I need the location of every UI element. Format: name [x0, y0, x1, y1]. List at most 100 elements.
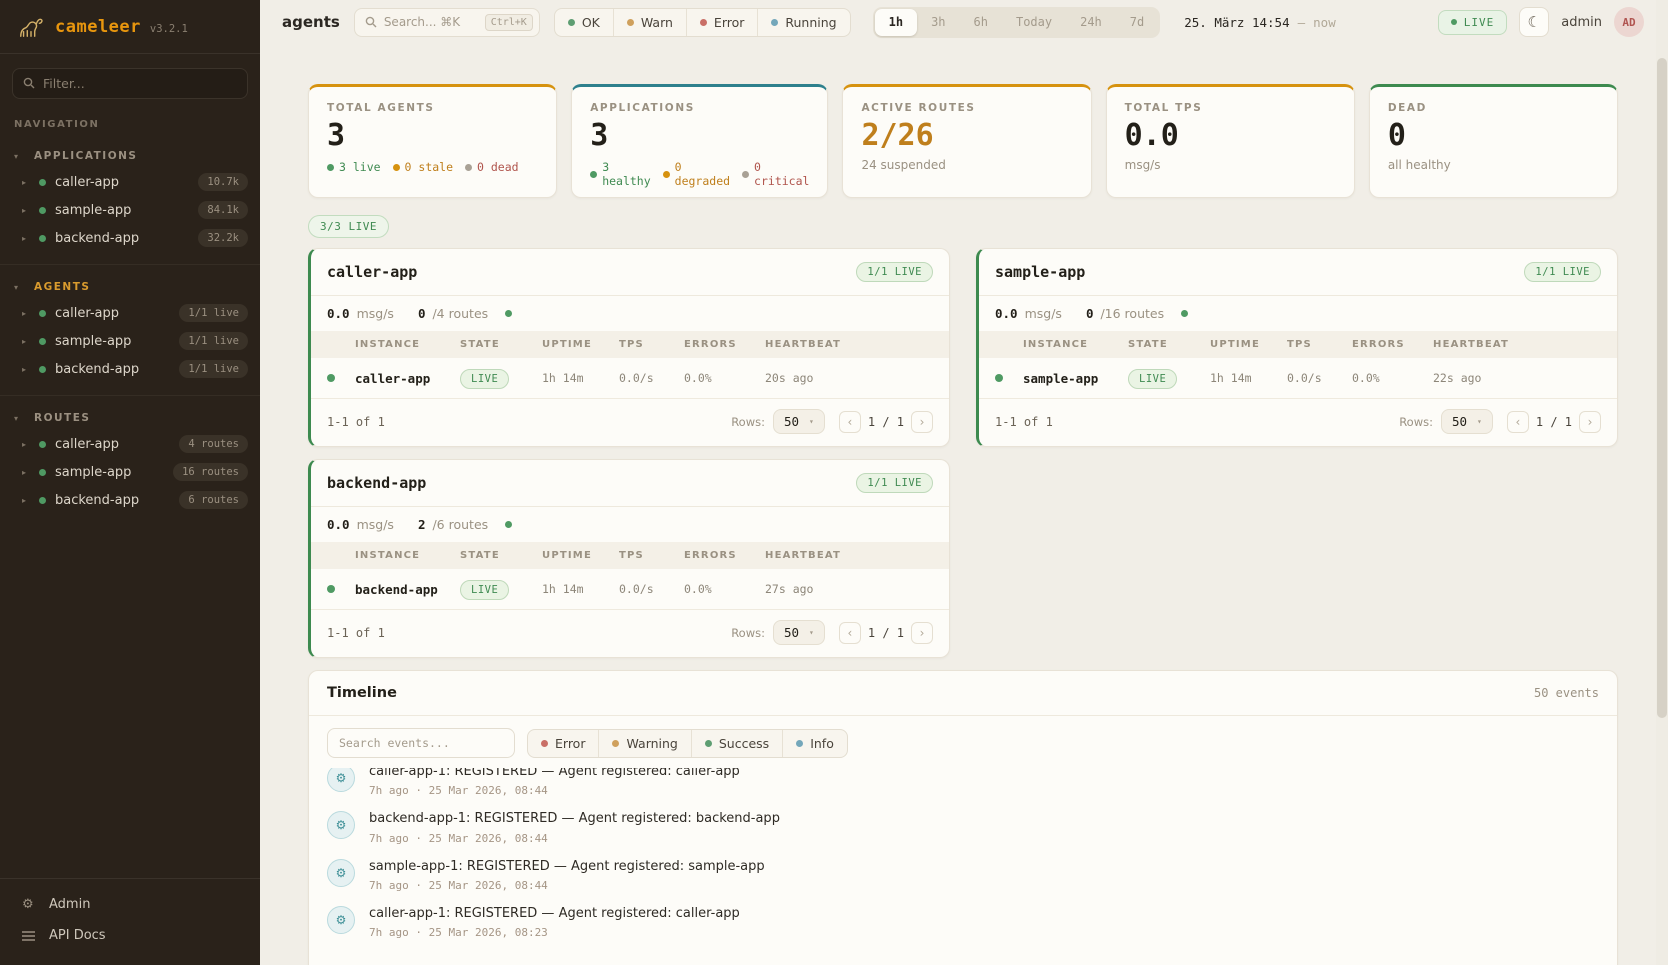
stat-sub: 24 suspended — [861, 158, 1072, 172]
pagination: 1-1 of 1 Rows: 50▾ ‹ 1 / 1 › — [311, 610, 949, 657]
timeline-event[interactable]: ⚙ caller-app-1: REGISTERED — Agent regis… — [327, 899, 1599, 946]
next-page-button[interactable]: › — [911, 411, 933, 433]
instance-uptime: 1h 14m — [1210, 371, 1287, 385]
sidebar-item-applications-backend-app[interactable]: ▸ backend-app 32.2k — [0, 224, 260, 252]
stat-card-dead: DEAD 0 all healthy — [1369, 84, 1618, 198]
sidebar-item-routes-sample-app[interactable]: ▸ sample-app 16 routes — [0, 458, 260, 486]
sidebar-item-routes-backend-app[interactable]: ▸ backend-app 6 routes — [0, 486, 260, 514]
sidebar-item-applications-caller-app[interactable]: ▸ caller-app 10.7k — [0, 168, 260, 196]
chevron-right-icon: ▸ — [22, 206, 30, 215]
section-applications: ▾ APPLICATIONS ▸ caller-app 10.7k ▸ samp… — [0, 134, 260, 265]
page-indicator: 1 / 1 — [1536, 415, 1572, 429]
sidebar-filter-input[interactable] — [43, 76, 237, 91]
sidebar-item-label: backend-app — [55, 231, 189, 246]
pagination-range: 1-1 of 1 — [327, 626, 385, 640]
filter-warn[interactable]: Warn — [614, 9, 687, 36]
timeline-event[interactable]: ⚙ backend-app-1: REGISTERED — Agent regi… — [327, 804, 1599, 851]
sidebar-item-applications-sample-app[interactable]: ▸ sample-app 84.1k — [0, 196, 260, 224]
live-label: LIVE — [1464, 16, 1495, 29]
range-6h[interactable]: 6h — [960, 9, 1002, 36]
status-dot — [39, 441, 46, 448]
col-errors: ERRORS — [684, 550, 765, 561]
range-7d[interactable]: 7d — [1116, 9, 1158, 36]
brand-name: cameleer — [55, 17, 141, 37]
filter-label: Error — [714, 15, 744, 30]
sidebar-item-label: sample-app — [55, 203, 189, 218]
table-row[interactable]: caller-app LIVE 1h 14m 0.0/s 0.0% 20s ag… — [311, 358, 949, 399]
filter-ok[interactable]: OK — [555, 9, 614, 36]
rows-per-page-select[interactable]: 50▾ — [773, 620, 825, 645]
instance-state-badge: LIVE — [460, 369, 509, 389]
col-state: STATE — [460, 339, 542, 350]
event-title: caller-app-1: REGISTERED — Agent registe… — [369, 906, 740, 922]
filter-warning[interactable]: Warning — [599, 730, 691, 757]
sidebar-item-label: backend-app — [55, 362, 170, 377]
filter-label: Info — [810, 736, 834, 751]
filter-error[interactable]: Error — [528, 730, 599, 757]
page-scrollbar[interactable] — [1656, 0, 1668, 965]
app-live-badge: 1/1 LIVE — [1524, 262, 1601, 282]
col-instance: INSTANCE — [1023, 339, 1128, 350]
filter-success[interactable]: Success — [692, 730, 783, 757]
section-header-applications[interactable]: ▾ APPLICATIONS — [0, 144, 260, 168]
section-label: APPLICATIONS — [34, 150, 137, 162]
sidebar-item-api-docs[interactable]: API Docs — [0, 920, 260, 951]
apps-grid: caller-app 1/1 LIVE 0.0 msg/s 0 /4 route… — [308, 248, 1618, 658]
avatar[interactable]: AD — [1614, 7, 1644, 37]
sidebar-footer: ⚙ Admin API Docs — [0, 878, 260, 965]
rows-per-page-select[interactable]: 50▾ — [1441, 409, 1493, 434]
filter-info[interactable]: Info — [783, 730, 847, 757]
prev-page-button[interactable]: ‹ — [839, 622, 861, 644]
section-routes: ▾ ROUTES ▸ caller-app 4 routes ▸ sample-… — [0, 396, 260, 526]
table-row[interactable]: sample-app LIVE 1h 14m 0.0/s 0.0% 22s ag… — [979, 358, 1617, 399]
ok-dot — [568, 19, 575, 26]
section-label: ROUTES — [34, 412, 90, 424]
sidebar-item-agents-caller-app[interactable]: ▸ caller-app 1/1 live — [0, 299, 260, 327]
page-title: agents — [282, 13, 340, 31]
success-dot — [705, 740, 712, 747]
sidebar-item-admin[interactable]: ⚙ Admin — [0, 889, 260, 920]
timeline-events-list[interactable]: ⚙ caller-app-1: REGISTERED — Agent regis… — [309, 768, 1617, 964]
sidebar-item-badge: 32.2k — [198, 229, 248, 247]
range-3h[interactable]: 3h — [917, 9, 959, 36]
instance-uptime: 1h 14m — [542, 371, 619, 385]
instance-errors: 0.0% — [684, 371, 765, 385]
stat-label: ACTIVE ROUTES — [861, 102, 1072, 114]
rows-value: 50 — [784, 625, 799, 640]
scrollbar-thumb[interactable] — [1657, 58, 1667, 718]
table-row[interactable]: backend-app LIVE 1h 14m 0.0/s 0.0% 27s a… — [311, 569, 949, 610]
filter-error[interactable]: Error — [687, 9, 758, 36]
timeline-event[interactable]: ⚙ caller-app-1: REGISTERED — Agent regis… — [327, 768, 1599, 804]
menu-icon — [22, 931, 37, 941]
instance-state-badge: LIVE — [460, 580, 509, 600]
theme-toggle-button[interactable]: ☾ — [1519, 7, 1549, 37]
chevron-down-icon: ▾ — [14, 283, 24, 292]
global-search-input[interactable] — [384, 15, 478, 29]
app-live-badge: 1/1 LIVE — [856, 262, 933, 282]
event-title: caller-app-1: REGISTERED — Agent registe… — [369, 768, 740, 780]
prev-page-button[interactable]: ‹ — [1507, 411, 1529, 433]
gear-icon: ⚙ — [327, 906, 355, 934]
stat-label: APPLICATIONS — [590, 102, 809, 114]
app-tps-unit: msg/s — [357, 306, 394, 321]
breakdown-text: 0 dead — [477, 160, 519, 174]
sidebar-item-routes-caller-app[interactable]: ▸ caller-app 4 routes — [0, 430, 260, 458]
next-page-button[interactable]: › — [1579, 411, 1601, 433]
filter-running[interactable]: Running — [758, 9, 849, 36]
camel-logo-icon — [16, 14, 46, 40]
rows-per-page-select[interactable]: 50▾ — [773, 409, 825, 434]
sidebar-item-badge: 10.7k — [198, 173, 248, 191]
sparkline-dot — [505, 521, 512, 528]
timeline-event[interactable]: ⚙ sample-app-1: REGISTERED — Agent regis… — [327, 852, 1599, 899]
prev-page-button[interactable]: ‹ — [839, 411, 861, 433]
stats-row: TOTAL AGENTS 3 3 live 0 stale 0 dead APP… — [308, 84, 1618, 198]
section-header-agents[interactable]: ▾ AGENTS — [0, 275, 260, 299]
section-header-routes[interactable]: ▾ ROUTES — [0, 406, 260, 430]
range-today[interactable]: Today — [1002, 9, 1066, 36]
sidebar-item-agents-sample-app[interactable]: ▸ sample-app 1/1 live — [0, 327, 260, 355]
range-24h[interactable]: 24h — [1066, 9, 1116, 36]
timeline-search-input[interactable] — [339, 736, 503, 750]
sidebar-item-agents-backend-app[interactable]: ▸ backend-app 1/1 live — [0, 355, 260, 383]
next-page-button[interactable]: › — [911, 622, 933, 644]
range-1h[interactable]: 1h — [875, 9, 917, 36]
